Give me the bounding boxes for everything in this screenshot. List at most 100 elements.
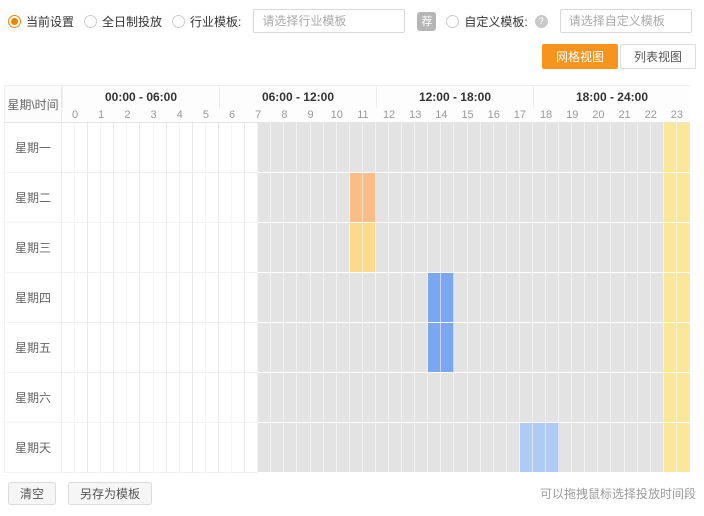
schedule-cell[interactable] — [127, 223, 140, 273]
schedule-cell[interactable] — [507, 223, 520, 273]
schedule-cell[interactable] — [297, 423, 310, 473]
schedule-cell[interactable] — [337, 273, 350, 323]
radio-all-day[interactable]: 全日制投放 — [84, 13, 162, 30]
schedule-cell[interactable] — [598, 123, 611, 173]
schedule-cell[interactable] — [88, 223, 101, 273]
schedule-cell[interactable] — [638, 373, 651, 423]
schedule-cell[interactable] — [481, 123, 494, 173]
schedule-cell[interactable] — [193, 423, 206, 473]
schedule-cell[interactable] — [193, 123, 206, 173]
schedule-cell[interactable] — [154, 273, 167, 323]
schedule-cell[interactable] — [180, 223, 193, 273]
schedule-cell[interactable] — [625, 373, 638, 423]
schedule-cell[interactable] — [101, 223, 114, 273]
schedule-cell[interactable] — [468, 373, 481, 423]
schedule-cell[interactable] — [638, 423, 651, 473]
schedule-cell[interactable] — [494, 373, 507, 423]
schedule-cell[interactable] — [454, 173, 467, 223]
schedule-cell[interactable] — [101, 123, 114, 173]
schedule-cell[interactable] — [389, 323, 402, 373]
schedule-cell[interactable] — [441, 323, 454, 373]
schedule-cell[interactable] — [114, 123, 127, 173]
schedule-cell[interactable] — [677, 323, 690, 373]
schedule-cell[interactable] — [651, 423, 664, 473]
schedule-cell[interactable] — [559, 273, 572, 323]
schedule-cell[interactable] — [271, 223, 284, 273]
schedule-cell[interactable] — [664, 373, 677, 423]
schedule-cell[interactable] — [572, 173, 585, 223]
schedule-cell[interactable] — [154, 223, 167, 273]
schedule-cell[interactable] — [140, 423, 153, 473]
schedule-cell[interactable] — [245, 223, 258, 273]
schedule-cell[interactable] — [402, 123, 415, 173]
schedule-cell[interactable] — [219, 173, 232, 223]
schedule-cell[interactable] — [232, 173, 245, 223]
schedule-cell[interactable] — [206, 273, 219, 323]
schedule-cell[interactable] — [638, 273, 651, 323]
schedule-cell[interactable] — [193, 373, 206, 423]
schedule-cell[interactable] — [206, 223, 219, 273]
schedule-cell[interactable] — [284, 273, 297, 323]
schedule-cell[interactable] — [585, 323, 598, 373]
schedule-cell[interactable] — [625, 123, 638, 173]
schedule-cell[interactable] — [337, 223, 350, 273]
schedule-cell[interactable] — [324, 173, 337, 223]
schedule-cell[interactable] — [62, 173, 75, 223]
schedule-cell[interactable] — [219, 273, 232, 323]
schedule-cell[interactable] — [245, 123, 258, 173]
radio-custom-template[interactable]: 自定义模板: ? — [446, 13, 547, 30]
schedule-cell[interactable] — [572, 273, 585, 323]
schedule-cell[interactable] — [245, 423, 258, 473]
schedule-cell[interactable] — [180, 373, 193, 423]
schedule-cell[interactable] — [481, 223, 494, 273]
schedule-cell[interactable] — [572, 323, 585, 373]
schedule-cell[interactable] — [127, 373, 140, 423]
schedule-cell[interactable] — [206, 123, 219, 173]
schedule-cell[interactable] — [311, 273, 324, 323]
schedule-cell[interactable] — [611, 173, 624, 223]
schedule-cell[interactable] — [167, 373, 180, 423]
schedule-cell[interactable] — [428, 373, 441, 423]
schedule-cell[interactable] — [154, 373, 167, 423]
schedule-cell[interactable] — [428, 273, 441, 323]
schedule-cell[interactable] — [677, 373, 690, 423]
schedule-cell[interactable] — [494, 423, 507, 473]
schedule-cell[interactable] — [271, 173, 284, 223]
schedule-cell[interactable] — [625, 273, 638, 323]
schedule-cell[interactable] — [311, 373, 324, 423]
schedule-cell[interactable] — [651, 273, 664, 323]
schedule-cell[interactable] — [245, 273, 258, 323]
schedule-cell[interactable] — [271, 373, 284, 423]
schedule-cell[interactable] — [598, 323, 611, 373]
schedule-cell[interactable] — [62, 423, 75, 473]
schedule-cell[interactable] — [284, 223, 297, 273]
schedule-cell[interactable] — [651, 173, 664, 223]
schedule-cell[interactable] — [520, 173, 533, 223]
schedule-cell[interactable] — [520, 273, 533, 323]
schedule-cell[interactable] — [101, 423, 114, 473]
schedule-cell[interactable] — [232, 273, 245, 323]
schedule-cell[interactable] — [62, 273, 75, 323]
schedule-cell[interactable] — [585, 273, 598, 323]
schedule-cell[interactable] — [350, 323, 363, 373]
schedule-cell[interactable] — [140, 373, 153, 423]
schedule-cell[interactable] — [114, 173, 127, 223]
schedule-cell[interactable] — [638, 323, 651, 373]
schedule-cell[interactable] — [232, 323, 245, 373]
schedule-cell[interactable] — [206, 373, 219, 423]
schedule-cell[interactable] — [284, 123, 297, 173]
schedule-cell[interactable] — [402, 273, 415, 323]
schedule-cell[interactable] — [468, 123, 481, 173]
schedule-cell[interactable] — [75, 273, 88, 323]
schedule-cell[interactable] — [415, 173, 428, 223]
schedule-cell[interactable] — [533, 323, 546, 373]
schedule-cell[interactable] — [258, 273, 271, 323]
schedule-cell[interactable] — [468, 323, 481, 373]
schedule-cell[interactable] — [389, 123, 402, 173]
schedule-cell[interactable] — [62, 323, 75, 373]
schedule-cell[interactable] — [219, 373, 232, 423]
schedule-cell[interactable] — [88, 123, 101, 173]
schedule-cell[interactable] — [389, 173, 402, 223]
schedule-cell[interactable] — [664, 423, 677, 473]
schedule-cell[interactable] — [284, 323, 297, 373]
